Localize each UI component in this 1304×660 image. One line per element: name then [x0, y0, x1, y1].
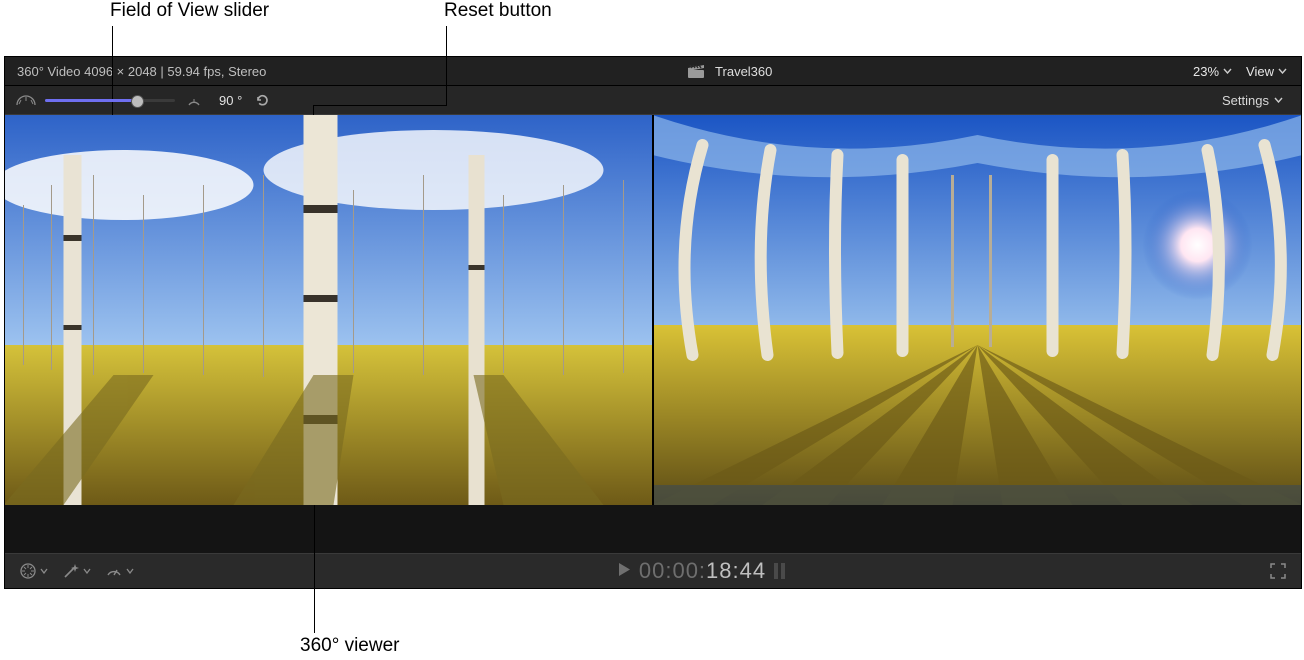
- effects-menu[interactable]: [19, 562, 48, 580]
- timecode-display[interactable]: 00:00:18:44: [639, 558, 766, 584]
- timecode-main: 18:44: [706, 558, 766, 583]
- settings-label: Settings: [1222, 93, 1269, 108]
- zoom-dropdown[interactable]: 23%: [1193, 64, 1232, 79]
- callout-reset-hline: [314, 105, 447, 106]
- fov-wide-icon: [15, 93, 37, 107]
- view-label: View: [1246, 64, 1274, 79]
- callout-fov-label: Field of View slider: [110, 0, 269, 22]
- timecode-field-marks: [774, 563, 785, 579]
- header-bar: 360° Video 4096 × 2048 | 59.94 fps, Ster…: [5, 57, 1301, 86]
- media-info: 360° Video 4096 × 2048 | 59.94 fps, Ster…: [5, 64, 266, 79]
- viewer-360[interactable]: [5, 115, 652, 505]
- callout-360-label: 360° viewer: [300, 635, 399, 657]
- clapperboard-icon: [687, 64, 705, 79]
- zoom-value: 23%: [1193, 64, 1219, 79]
- fullscreen-button[interactable]: [1269, 562, 1287, 580]
- callouts-bottom: 360° viewer: [0, 589, 1304, 659]
- retime-menu[interactable]: [105, 562, 134, 580]
- app-window: 360° Video 4096 × 2048 | 59.94 fps, Ster…: [4, 56, 1302, 589]
- settings-dropdown[interactable]: Settings: [1222, 93, 1301, 108]
- chevron-down-icon: [1223, 68, 1232, 74]
- viewer-equirect[interactable]: [652, 115, 1301, 505]
- viewer-area: [5, 115, 1301, 505]
- chevron-down-icon: [1274, 97, 1283, 103]
- callout-reset-label: Reset button: [444, 0, 552, 22]
- header-center: Travel360: [266, 64, 1193, 79]
- letterbox-bar: [5, 505, 1301, 553]
- reset-button[interactable]: [252, 90, 272, 110]
- view-dropdown[interactable]: View: [1246, 64, 1287, 79]
- fov-narrow-icon: [183, 93, 205, 107]
- slider-thumb[interactable]: [131, 95, 144, 108]
- callouts-top: Field of View slider Reset button: [0, 0, 1304, 56]
- viewer-toolbar: 90 ° Settings: [5, 86, 1301, 115]
- timecode-prefix: 00:00:: [639, 558, 706, 583]
- project-title: Travel360: [715, 64, 772, 79]
- fov-slider[interactable]: [45, 93, 175, 107]
- chevron-down-icon: [1278, 68, 1287, 74]
- callout-360-line: [314, 505, 315, 633]
- play-icon[interactable]: [618, 562, 631, 580]
- transport-bar: 00:00:18:44: [5, 553, 1301, 588]
- fov-value[interactable]: 90 °: [219, 93, 242, 108]
- callout-reset-vline: [446, 26, 447, 106]
- enhance-menu[interactable]: [62, 562, 91, 580]
